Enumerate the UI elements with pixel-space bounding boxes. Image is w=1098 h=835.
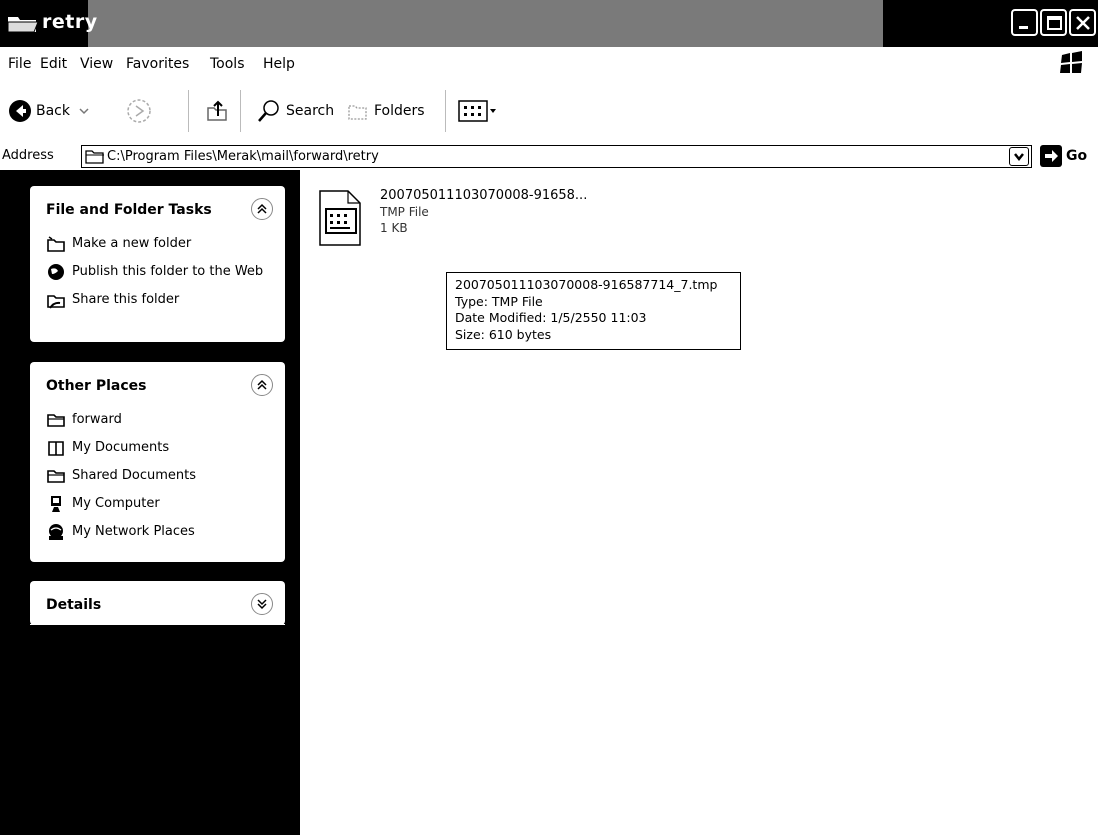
task-publish-folder[interactable]: Publish this folder to the Web [30, 258, 285, 286]
file-name: 20070501110307000​8-91658... [380, 188, 588, 203]
details-panel: Details [30, 581, 285, 625]
task-label: Make a new folder [72, 236, 192, 251]
panel-header[interactable]: Details [30, 581, 285, 625]
menu-edit[interactable]: Edit [40, 56, 67, 72]
window-title: retry [42, 11, 98, 33]
search-icon [258, 100, 279, 122]
search-label: Search [286, 103, 335, 119]
menu-tools[interactable]: Tools [210, 56, 245, 72]
network-icon [49, 524, 63, 540]
task-share-folder[interactable]: Share this folder [30, 286, 285, 314]
computer-icon [51, 496, 61, 512]
expand-button[interactable] [251, 593, 273, 615]
minimize-button[interactable] [1011, 9, 1038, 36]
panel-title: Details [46, 597, 102, 613]
place-my-network-places[interactable]: My Network Places [30, 518, 285, 546]
folders-button[interactable]: Folders [346, 80, 425, 142]
folders-label: Folders [374, 103, 425, 119]
other-places-panel: Other Places forward My Documents Shared… [30, 362, 285, 562]
back-label: Back [36, 103, 70, 119]
back-button[interactable]: Back [8, 80, 90, 142]
file-size: 1 KB [380, 221, 408, 235]
go-label[interactable]: Go [1066, 148, 1087, 164]
folder-icon [7, 17, 39, 33]
chevron-down-icon [490, 109, 496, 113]
up-folder-icon [207, 100, 227, 121]
toolbar-separator [188, 90, 189, 132]
task-label: Publish this folder to the Web [72, 264, 264, 279]
close-button[interactable] [1069, 9, 1096, 36]
forward-button[interactable] [126, 80, 152, 142]
forward-arrow-icon [127, 99, 151, 123]
panel-title: Other Places [46, 378, 147, 394]
globe-icon [48, 264, 64, 280]
folders-icon [348, 105, 367, 120]
menu-favorites[interactable]: Favorites [126, 56, 189, 72]
address-bar: Address C:\Program Files\Merak\mail\forw… [0, 142, 1098, 170]
address-dropdown-button[interactable] [1009, 147, 1029, 166]
back-arrow-icon [9, 100, 31, 122]
place-label: Shared Documents [72, 468, 197, 483]
place-shared-documents[interactable]: Shared Documents [30, 462, 285, 490]
maximize-button[interactable] [1040, 9, 1067, 36]
title-bar[interactable]: retry [0, 0, 1098, 47]
file-folder-tasks-panel: File and Folder Tasks Make a new folder … [30, 186, 285, 342]
shared-folder-icon [47, 470, 65, 483]
place-my-computer[interactable]: My Computer [30, 490, 285, 518]
menu-bar: File Edit View Favorites Tools Help [0, 47, 1098, 80]
go-button[interactable] [1040, 145, 1062, 167]
chevron-down-icon [79, 108, 89, 115]
file-info-tooltip: 20070501110307000​8-916587714_7.tmp Type… [446, 272, 741, 350]
tooltip-size: Size: 610 bytes [455, 326, 552, 342]
menu-help[interactable]: Help [263, 56, 295, 72]
toolbar: Back Search Folders [0, 80, 1098, 142]
panel-header[interactable]: Other Places [30, 362, 285, 406]
chevron-up-icon [257, 379, 267, 390]
tmp-file-icon [319, 190, 361, 246]
up-folder-button[interactable] [204, 80, 230, 142]
panel-title: File and Folder Tasks [46, 202, 212, 218]
chevron-down-icon [1014, 153, 1024, 162]
views-icon [458, 100, 488, 122]
task-label: Share this folder [72, 292, 180, 307]
panel-header[interactable]: File and Folder Tasks [30, 186, 285, 230]
place-label: My Documents [72, 440, 170, 455]
tooltip-type: Type: TMP File [455, 293, 543, 309]
windows-logo-icon [1060, 51, 1082, 73]
folder-icon [85, 150, 104, 164]
close-icon [1076, 16, 1090, 30]
search-button[interactable]: Search [256, 80, 334, 142]
minimize-icon [1019, 26, 1028, 29]
tooltip-filename: 20070501110307000​8-916587714_7.tmp [455, 277, 718, 292]
place-label: forward [72, 412, 122, 427]
address-value: C:\Program Files\Merak\mail\forward\retr… [107, 149, 379, 164]
tooltip-date-modified: Date Modified: 1/5/2550 11:03 [455, 310, 647, 325]
go-arrow-icon [1045, 150, 1058, 162]
menu-view[interactable]: View [80, 56, 113, 72]
maximize-icon [1047, 16, 1062, 30]
folder-icon [47, 414, 65, 427]
collapse-button[interactable] [251, 374, 273, 396]
address-input[interactable]: C:\Program Files\Merak\mail\forward\retr… [81, 145, 1032, 168]
collapse-button[interactable] [251, 198, 273, 220]
title-bar-fill [88, 0, 883, 47]
file-type: TMP File [380, 205, 429, 219]
chevron-down-icon [257, 599, 267, 610]
place-label: My Network Places [72, 524, 195, 539]
chevron-up-icon [257, 203, 267, 214]
share-folder-icon [47, 295, 65, 309]
place-forward[interactable]: forward [30, 406, 285, 434]
place-my-documents[interactable]: My Documents [30, 434, 285, 462]
views-button[interactable] [458, 80, 498, 142]
my-documents-icon [48, 441, 64, 456]
menu-file[interactable]: File [8, 56, 31, 72]
file-list-view[interactable]: 20070501110307000​8-91658... TMP File 1 … [300, 170, 1098, 835]
new-folder-icon [47, 236, 65, 252]
file-item[interactable]: 20070501110307000​8-91658... TMP File 1 … [314, 184, 614, 254]
task-make-new-folder[interactable]: Make a new folder [30, 230, 285, 258]
toolbar-separator [445, 90, 446, 132]
place-label: My Computer [72, 496, 160, 511]
toolbar-separator [240, 90, 241, 132]
address-label: Address [2, 148, 54, 163]
